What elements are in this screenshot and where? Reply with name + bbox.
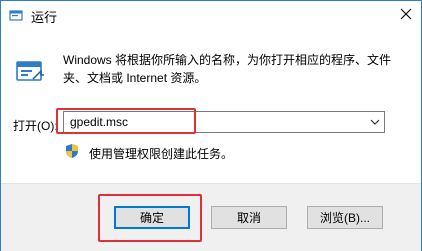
open-combobox[interactable]: gpedit.msc <box>63 111 385 133</box>
admin-notice: 使用管理权限创建此任务。 <box>89 147 234 161</box>
run-program-icon <box>15 57 45 87</box>
open-label: 打开(O): <box>13 119 58 133</box>
window-title: 运行 <box>31 10 58 25</box>
cancel-button[interactable]: 取消 <box>211 206 287 229</box>
chevron-down-icon[interactable] <box>366 112 384 132</box>
close-button[interactable] <box>391 1 421 31</box>
button-bar: 确定 取消 浏览(B)... <box>1 183 421 251</box>
dialog-content: Windows 将根据你所输入的名称，为你打开相应的程序、文件夹、文档或 Int… <box>1 31 421 181</box>
dialog-description: Windows 将根据你所输入的名称，为你打开相应的程序、文件夹、文档或 Int… <box>63 53 392 85</box>
title-bar: 运行 <box>1 1 421 31</box>
uac-shield-icon <box>65 143 79 159</box>
ok-button[interactable]: 确定 <box>114 206 190 229</box>
browse-button[interactable]: 浏览(B)... <box>307 206 383 229</box>
run-icon <box>9 9 23 23</box>
open-input[interactable]: gpedit.msc <box>70 115 128 129</box>
close-icon <box>400 7 412 25</box>
run-dialog-window: 运行 Windows 将根据你所输入的名称，为你打开相应的程序、文件夹、文档或 … <box>0 0 422 251</box>
